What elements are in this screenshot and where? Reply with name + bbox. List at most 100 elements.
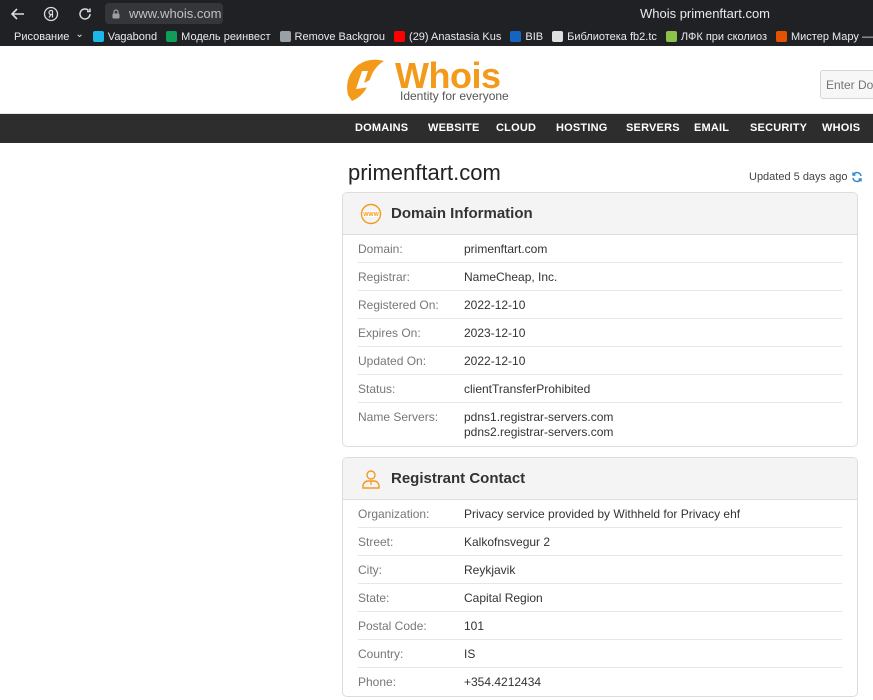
lock-icon [112,8,120,18]
domain-information-card: WWW Domain Information Domain: primenftar… [342,192,858,447]
info-row: Country: IS [358,640,842,668]
refresh-icon[interactable] [851,171,863,183]
bookmark-label: Рисование [14,30,70,43]
bookmark-item[interactable]: Мистер Мару — К [776,31,873,43]
row-value: 2022-12-10 [464,354,525,369]
bookmark-item[interactable]: Remove Backgrou [279,30,386,43]
row-label: Name Servers: [358,410,439,424]
row-value: 2023-12-10 [464,326,525,341]
k-icon [776,31,787,42]
row-value-line: Capital Region [464,591,543,605]
card-title: Registrant Contact [391,470,526,487]
bookmark-label: Библиотека fb2.tc [567,30,657,43]
browser-chrome: www.whois.com Whois primenftart.com Рисо… [0,0,873,46]
row-label: Status: [358,382,396,396]
row-label: Domain: [358,242,403,256]
bookmark-item[interactable]: Рисование ⌄ [14,28,84,43]
bookmark-label: Vagabond [107,30,158,43]
row-label: Postal Code: [358,619,427,633]
row-label: Updated On: [358,354,427,368]
row-value-line: 101 [464,619,485,633]
row-value-line: pdns1.registrar-servers.com [464,410,614,424]
bookmark-label: Мистер Мару — К [791,30,873,43]
row-value-line: 2022-12-10 [464,354,526,368]
nav-website[interactable]: WEBSITE [428,114,480,143]
bookmark-label: Remove Backgrou [294,30,386,43]
reload-icon [79,8,91,20]
person-icon [362,469,380,489]
bookmark-item[interactable]: BIB [510,31,543,43]
leaf-icon [665,31,677,42]
bookmarks-bar: Рисование ⌄ Vagabond Модель реинвест Remove … [0,27,873,46]
row-label: Phone: [358,675,397,689]
chevron-down-icon: ⌄ [75,28,84,40]
address-bar[interactable]: www.whois.com [105,3,223,24]
row-value: primenftart.com [464,242,547,257]
row-label: Organization: [358,507,430,521]
info-row: Street: Kalkofnsvegur 2 [358,528,842,556]
row-value-line: NameCheap, Inc. [464,270,558,284]
bookmark-label: (29) Anastasia Kus [409,30,502,43]
domain-info-rows: Domain: primenftart.com Registrar: NameChea… [343,235,857,446]
address-text: www.whois.com [129,6,222,21]
bookmark-item[interactable]: ЛФК при сколиоз [665,30,767,43]
site-header: Whois Identity for everyone [0,46,873,114]
row-value: Capital Region [464,591,543,606]
main-nav: DOMAINS WEBSITE CLOUD HOSTING SERVERS EMAIL SE… [0,114,873,143]
sheets-icon [166,31,178,42]
row-label: Expires On: [358,326,421,340]
row-value-line: primenftart.com [464,242,548,256]
back-button[interactable] [8,4,28,24]
logo-mark-icon [347,59,384,101]
info-row: Organization: Privacy service provided by… [358,500,842,528]
bookmark-item[interactable]: (29) Anastasia Kus [394,31,501,43]
row-label: Street: [358,535,394,549]
row-value: pdns1.registrar-servers.com pdns2.registr… [464,410,613,440]
bookmark-item[interactable]: Vagabond [92,30,158,43]
row-label: Country: [358,647,404,661]
bookmark-item[interactable]: Модель реинвест [166,31,271,43]
book-icon [552,31,564,42]
row-value: NameCheap, Inc. [464,270,557,285]
row-value: 2022-12-10 [464,298,525,313]
row-value: 101 [464,619,484,634]
nav-whois[interactable]: WHOIS [822,114,860,143]
nav-email[interactable]: EMAIL [694,114,729,143]
nav-hosting[interactable]: HOSTING [556,114,608,143]
nav-cloud[interactable]: CLOUD [496,114,536,143]
row-value-line: Kalkofnsvegur 2 [464,535,551,549]
updated-status: Updated 5 days ago [749,171,863,183]
row-value-line: clientTransferProhibited [464,382,591,396]
whois-logo[interactable]: Whois Identity for everyone [340,55,515,105]
nav-domains[interactable]: DOMAINS [355,114,408,143]
row-value: Kalkofnsvegur 2 [464,535,550,550]
bookmark-label: ЛФК при сколиоз [680,30,767,43]
info-row: Registrar: NameCheap, Inc. [358,263,842,291]
logo-tagline: Identity for everyone [400,89,509,103]
row-value-line: Privacy service provided by Withheld for… [464,507,741,521]
info-row: State: Capital Region [358,584,842,612]
nav-security[interactable]: SECURITY [750,114,807,143]
info-row: Name Servers: pdns1.registrar-servers.com… [358,403,842,446]
info-row: Status: clientTransferProhibited [358,375,842,403]
row-value: Privacy service provided by Withheld for… [464,507,740,522]
info-row: Phone: +354.4212434 [358,668,842,696]
row-value: IS [464,647,475,662]
row-value: clientTransferProhibited [464,382,590,397]
row-value-line: 2023-12-10 [464,326,526,340]
domain-search-input[interactable] [820,70,873,99]
info-row: Postal Code: 101 [358,612,842,640]
yandex-icon [43,6,59,22]
youtube-icon [394,31,406,42]
bookmark-item[interactable]: Библиотека fb2.tc [552,31,657,43]
row-value: Reykjavik [464,563,515,578]
row-value-line: +354.4212434 [464,675,542,689]
info-row: Registered On: 2022-12-10 [358,291,842,319]
info-row: City: Reykjavik [358,556,842,584]
nav-servers[interactable]: SERVERS [626,114,680,143]
dsm-icon [510,31,522,42]
yandex-button[interactable] [41,4,61,24]
registrant-rows: Organization: Privacy service provided by… [343,500,857,696]
reload-button[interactable] [75,4,95,24]
row-label: City: [358,563,382,577]
